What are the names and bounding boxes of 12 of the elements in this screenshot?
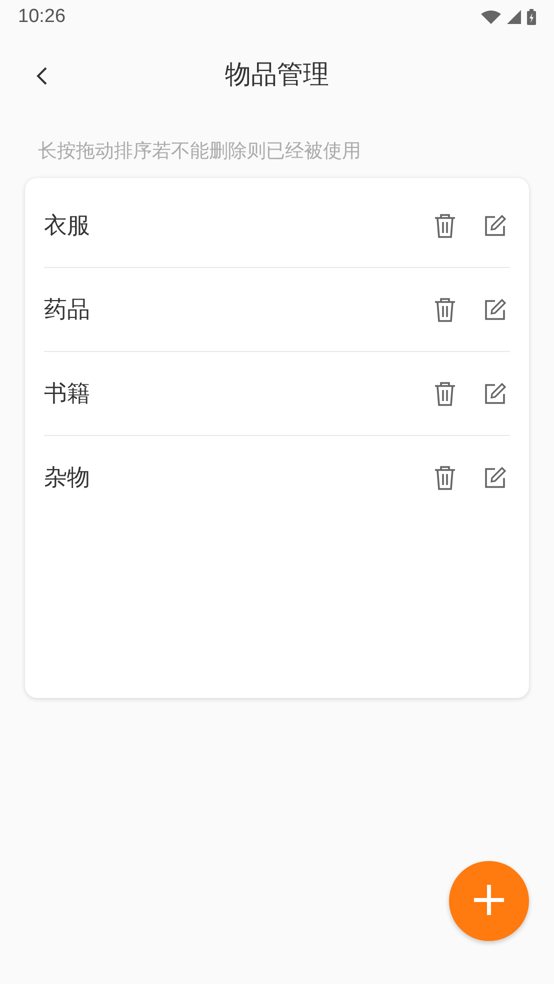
status-time: 10:26: [18, 6, 66, 28]
item-label: 药品: [44, 296, 91, 325]
hint-text: 长按拖动排序若不能删除则已经被使用: [37, 139, 362, 164]
item-label: 杂物: [44, 464, 91, 493]
battery-icon: [527, 9, 536, 25]
back-icon[interactable]: [35, 65, 49, 87]
add-button[interactable]: +: [449, 861, 529, 941]
page-title: 物品管理: [225, 58, 329, 92]
item-label: 衣服: [44, 212, 91, 241]
item-label: 书籍: [44, 380, 91, 409]
wifi-icon: [481, 10, 501, 24]
signal-icon: [507, 10, 521, 24]
